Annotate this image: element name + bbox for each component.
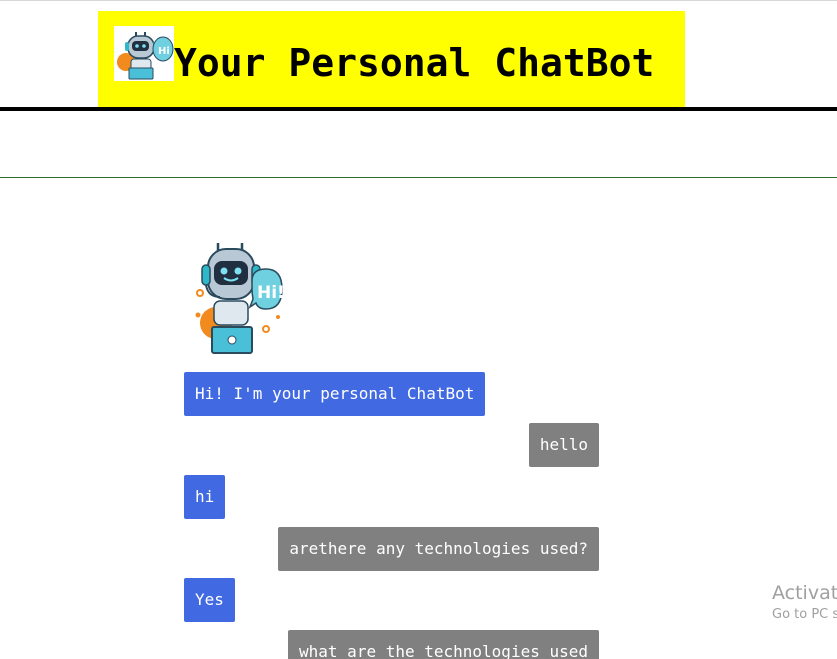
robot-hi-icon: Hi [114,26,174,81]
section-divider [0,177,837,178]
activation-watermark: Activate Windows Go to PC settings to ac… [772,582,837,624]
top-border [0,0,837,1]
user-message: what are the technologies used [288,630,599,659]
user-message: hello [528,423,599,467]
page-title: Your Personal ChatBot [174,41,655,85]
robot-hi-icon: Hi! [195,243,285,354]
header-banner: Hi Your Personal ChatBot [98,11,685,107]
svg-text:Hi!: Hi! [257,283,285,303]
user-message: arethere any technologies used? [278,527,599,571]
bot-message: hi [184,475,226,519]
svg-text:Hi: Hi [158,46,170,57]
watermark-subtitle: Go to PC settings to activate Windows. [772,607,837,622]
watermark-title: Activate Windows [772,582,837,604]
page: Hi Your Personal ChatBot Hi! Hi! I'm you… [0,0,837,659]
header-divider [0,107,837,111]
bot-message: Hi! I'm your personal ChatBot [184,372,486,416]
bot-message: Yes [184,578,235,622]
